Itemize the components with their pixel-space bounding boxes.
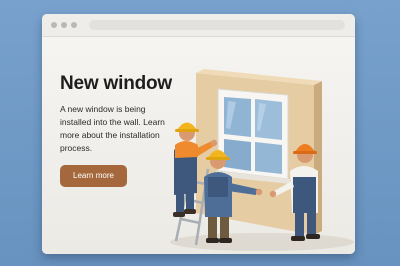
window-installation-illustration bbox=[170, 69, 354, 251]
window-control-minimize[interactable] bbox=[61, 22, 67, 28]
learn-more-button[interactable]: Learn more bbox=[60, 165, 127, 187]
browser-titlebar bbox=[42, 14, 355, 37]
window-control-maximize[interactable] bbox=[71, 22, 77, 28]
browser-window: New window A new window is being install… bbox=[42, 14, 355, 254]
window-control-close[interactable] bbox=[51, 22, 57, 28]
hero-description: A new window is being installed into the… bbox=[60, 104, 165, 153]
address-bar[interactable] bbox=[89, 20, 345, 30]
window-frame bbox=[216, 88, 290, 184]
page-title: New window bbox=[60, 73, 173, 94]
